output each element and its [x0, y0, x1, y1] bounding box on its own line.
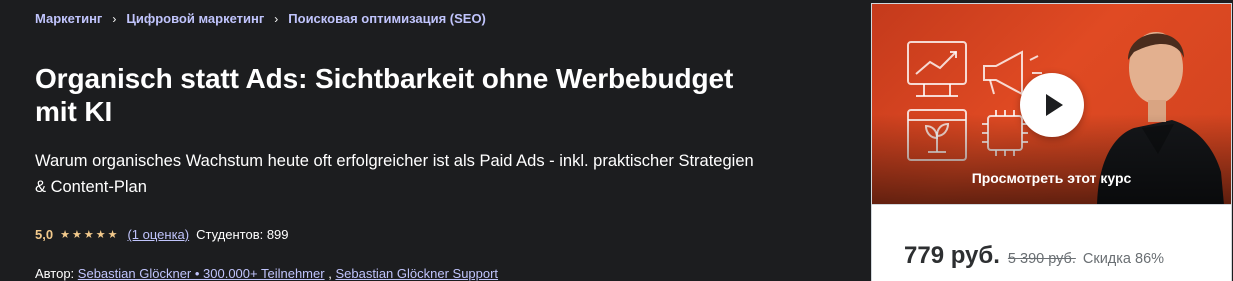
chevron-right-icon: › [112, 11, 117, 26]
course-preview-video[interactable]: Просмотреть этот курс [872, 4, 1231, 205]
star-icon: ★ [95, 229, 106, 241]
author-link-support[interactable]: Sebastian Glöckner Support [335, 266, 498, 281]
breadcrumb-item-seo[interactable]: Поисковая оптимизация (SEO) [288, 11, 486, 26]
author-row: Автор: Sebastian Glöckner • 300.000+ Tei… [35, 266, 498, 281]
course-subtitle: Warum organisches Wachstum heute oft erf… [35, 152, 754, 196]
students-count: Студентов: 899 [196, 227, 289, 242]
star-icon: ★ [83, 229, 94, 241]
rating-stars: ★ ★ ★ ★ ★ [60, 228, 119, 241]
rating-value: 5,0 [35, 227, 54, 242]
breadcrumb-item-digital-marketing[interactable]: Цифровой маркетинг [126, 11, 264, 26]
price-original: 5 390 руб. [1007, 251, 1076, 267]
preview-label: Просмотреть этот курс [971, 170, 1132, 186]
author-prefix: Автор: [35, 266, 75, 281]
star-icon: ★ [71, 229, 82, 241]
course-header: Маркетинг › Цифровой маркетинг › Поисков… [35, 0, 835, 281]
star-icon: ★ [107, 229, 118, 241]
star-icon: ★ [60, 229, 70, 241]
rating-count-link[interactable]: (1 оценка) [127, 227, 189, 242]
author-link-primary[interactable]: Sebastian Glöckner • 300.000+ Teilnehmer [78, 266, 325, 281]
price-row: 779 руб. 5 390 руб. Скидка 86% [904, 242, 1164, 270]
price-current: 779 руб. [904, 242, 1000, 269]
breadcrumb: Маркетинг › Цифровой маркетинг › Поисков… [35, 11, 486, 26]
course-sidebar-card: Просмотреть этот курс 779 руб. 5 390 руб… [871, 3, 1232, 281]
growth-chart-icon [907, 41, 967, 97]
page-title: Organisch statt Ads: Sichtbarkeit ohne W… [35, 63, 734, 127]
breadcrumb-item-marketing[interactable]: Маркетинг [35, 11, 102, 26]
play-button[interactable] [1020, 73, 1084, 137]
author-separator: , [328, 266, 332, 281]
price-discount: Скидка 86% [1082, 251, 1165, 267]
rating-row: 5,0 ★ ★ ★ ★ ★ (1 оценка) Студентов: 899 [35, 227, 289, 242]
chevron-right-icon: › [274, 11, 279, 26]
play-icon [1046, 94, 1063, 116]
